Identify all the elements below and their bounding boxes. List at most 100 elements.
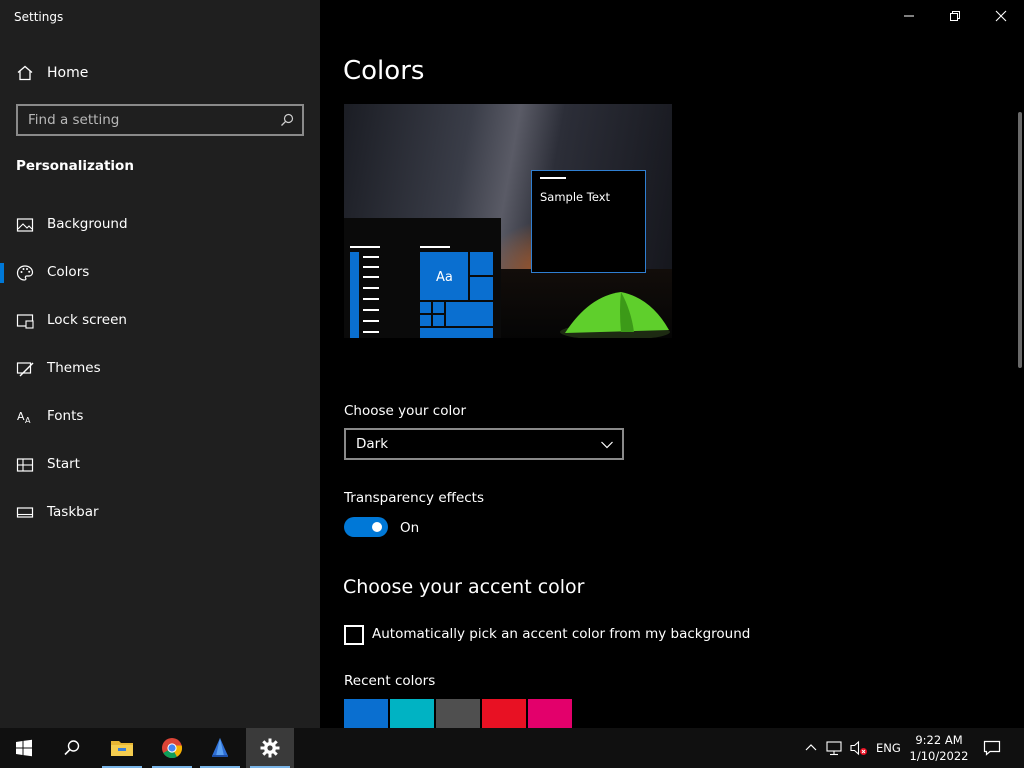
preview-line xyxy=(363,256,379,258)
sidebar-item-label: Background xyxy=(47,216,128,232)
network-button[interactable] xyxy=(824,728,846,768)
sidebar-item-label: Lock screen xyxy=(47,312,127,328)
preview-line xyxy=(363,287,379,289)
taskbar-chrome[interactable] xyxy=(148,728,196,768)
sidebar-item-label: Start xyxy=(47,456,80,472)
taskbar-settings[interactable] xyxy=(246,728,294,768)
recent-color-swatch[interactable] xyxy=(390,699,434,728)
preview-start-menu xyxy=(344,218,501,338)
sidebar-item-themes[interactable]: Themes xyxy=(0,349,320,389)
preview-tile xyxy=(420,328,493,338)
restore-icon xyxy=(950,11,960,21)
file-explorer-icon xyxy=(111,741,133,756)
clock-time: 9:22 AM xyxy=(915,733,963,747)
preview-line xyxy=(363,276,379,278)
restore-button[interactable] xyxy=(932,0,978,32)
taskbar-app[interactable] xyxy=(196,728,244,768)
svg-text:A: A xyxy=(17,410,25,423)
preview-tile xyxy=(433,302,444,313)
settings-gear-icon xyxy=(260,738,280,758)
search-box[interactable] xyxy=(16,104,304,136)
show-hidden-icons-button[interactable] xyxy=(800,728,822,768)
preview-tile xyxy=(446,302,493,326)
sidebar-home-label: Home xyxy=(47,65,89,81)
sidebar-item-label: Fonts xyxy=(47,408,84,424)
preview-tile xyxy=(350,252,359,338)
picture-icon xyxy=(16,218,34,232)
chevron-up-icon xyxy=(805,744,817,751)
preview-line xyxy=(363,298,379,300)
scrollbar[interactable] xyxy=(1018,112,1022,368)
volume-button[interactable] xyxy=(848,728,870,768)
recent-colors-label: Recent colors xyxy=(344,673,436,689)
chrome-icon xyxy=(162,738,183,759)
taskbar-search-button[interactable] xyxy=(48,728,96,768)
preview-tile xyxy=(470,252,493,275)
sidebar-item-start[interactable]: Start xyxy=(0,445,320,485)
search-icon[interactable] xyxy=(280,113,294,127)
section-title: Personalization xyxy=(16,158,134,174)
preview-line xyxy=(363,320,379,322)
start-button[interactable] xyxy=(0,728,48,768)
action-center-button[interactable] xyxy=(978,728,1006,768)
theme-preview: Aa Sample Text xyxy=(344,104,672,338)
sidebar-item-label: Colors xyxy=(47,264,90,280)
tent-image xyxy=(560,292,670,338)
transparency-toggle[interactable] xyxy=(344,517,388,537)
preview-line xyxy=(363,309,379,311)
taskbar: ENG 9:22 AM 1/10/2022 xyxy=(0,728,1024,768)
sidebar-item-label: Taskbar xyxy=(47,504,99,520)
app-icon xyxy=(212,738,228,757)
palette-icon xyxy=(16,265,34,281)
themes-icon xyxy=(16,362,34,377)
recent-color-swatch[interactable] xyxy=(482,699,526,728)
page-title: Colors xyxy=(343,56,425,86)
close-icon xyxy=(995,10,1007,22)
sidebar-item-taskbar[interactable]: Taskbar xyxy=(0,493,320,533)
auto-accent-label[interactable]: Automatically pick an accent color from … xyxy=(372,626,750,642)
recent-color-swatch[interactable] xyxy=(344,699,388,728)
preview-title-bar xyxy=(540,177,566,179)
sidebar-item-colors[interactable]: Colors xyxy=(0,253,320,293)
selection-indicator xyxy=(0,263,4,283)
windows-start-icon xyxy=(16,739,32,757)
chevron-down-icon xyxy=(601,441,613,449)
preview-line xyxy=(420,246,450,248)
recent-color-swatch[interactable] xyxy=(436,699,480,728)
fonts-icon: A A xyxy=(17,410,31,425)
transparency-label: Transparency effects xyxy=(344,490,484,506)
app-title: Settings xyxy=(14,10,64,24)
preview-line xyxy=(350,246,380,248)
preview-line xyxy=(363,266,379,268)
preview-sample-window: Sample Text xyxy=(531,170,646,273)
auto-accent-checkbox[interactable] xyxy=(344,625,364,645)
choose-color-label: Choose your color xyxy=(344,403,467,419)
accent-color-heading: Choose your accent color xyxy=(343,576,585,598)
search-icon xyxy=(64,740,80,756)
minimize-icon xyxy=(904,15,914,17)
home-icon xyxy=(17,65,33,81)
recent-color-swatch[interactable] xyxy=(528,699,572,728)
toggle-knob xyxy=(372,522,382,532)
lock-screen-icon xyxy=(16,314,34,329)
choose-color-dropdown[interactable]: Dark xyxy=(344,428,624,460)
sidebar-home[interactable]: Home xyxy=(0,56,320,92)
choose-color-value: Dark xyxy=(356,436,389,452)
sidebar-item-label: Themes xyxy=(47,360,101,376)
minimize-button[interactable] xyxy=(886,0,932,32)
preview-tile xyxy=(433,315,444,326)
notification-icon xyxy=(983,740,1001,756)
preview-line xyxy=(363,331,379,333)
search-input[interactable] xyxy=(18,112,268,128)
sidebar-item-lock-screen[interactable]: Lock screen xyxy=(0,301,320,341)
close-button[interactable] xyxy=(978,0,1024,32)
sidebar-item-fonts[interactable]: A A Fonts xyxy=(0,397,320,437)
taskbar-file-explorer[interactable] xyxy=(98,728,146,768)
preview-tile xyxy=(420,315,431,326)
transparency-state: On xyxy=(400,520,420,536)
volume-muted-icon xyxy=(850,740,867,756)
language-indicator[interactable]: ENG xyxy=(876,741,901,755)
clock[interactable]: 9:22 AM 1/10/2022 xyxy=(904,732,974,764)
sidebar-item-background[interactable]: Background xyxy=(0,205,320,245)
preview-sample-text: Sample Text xyxy=(540,190,611,204)
